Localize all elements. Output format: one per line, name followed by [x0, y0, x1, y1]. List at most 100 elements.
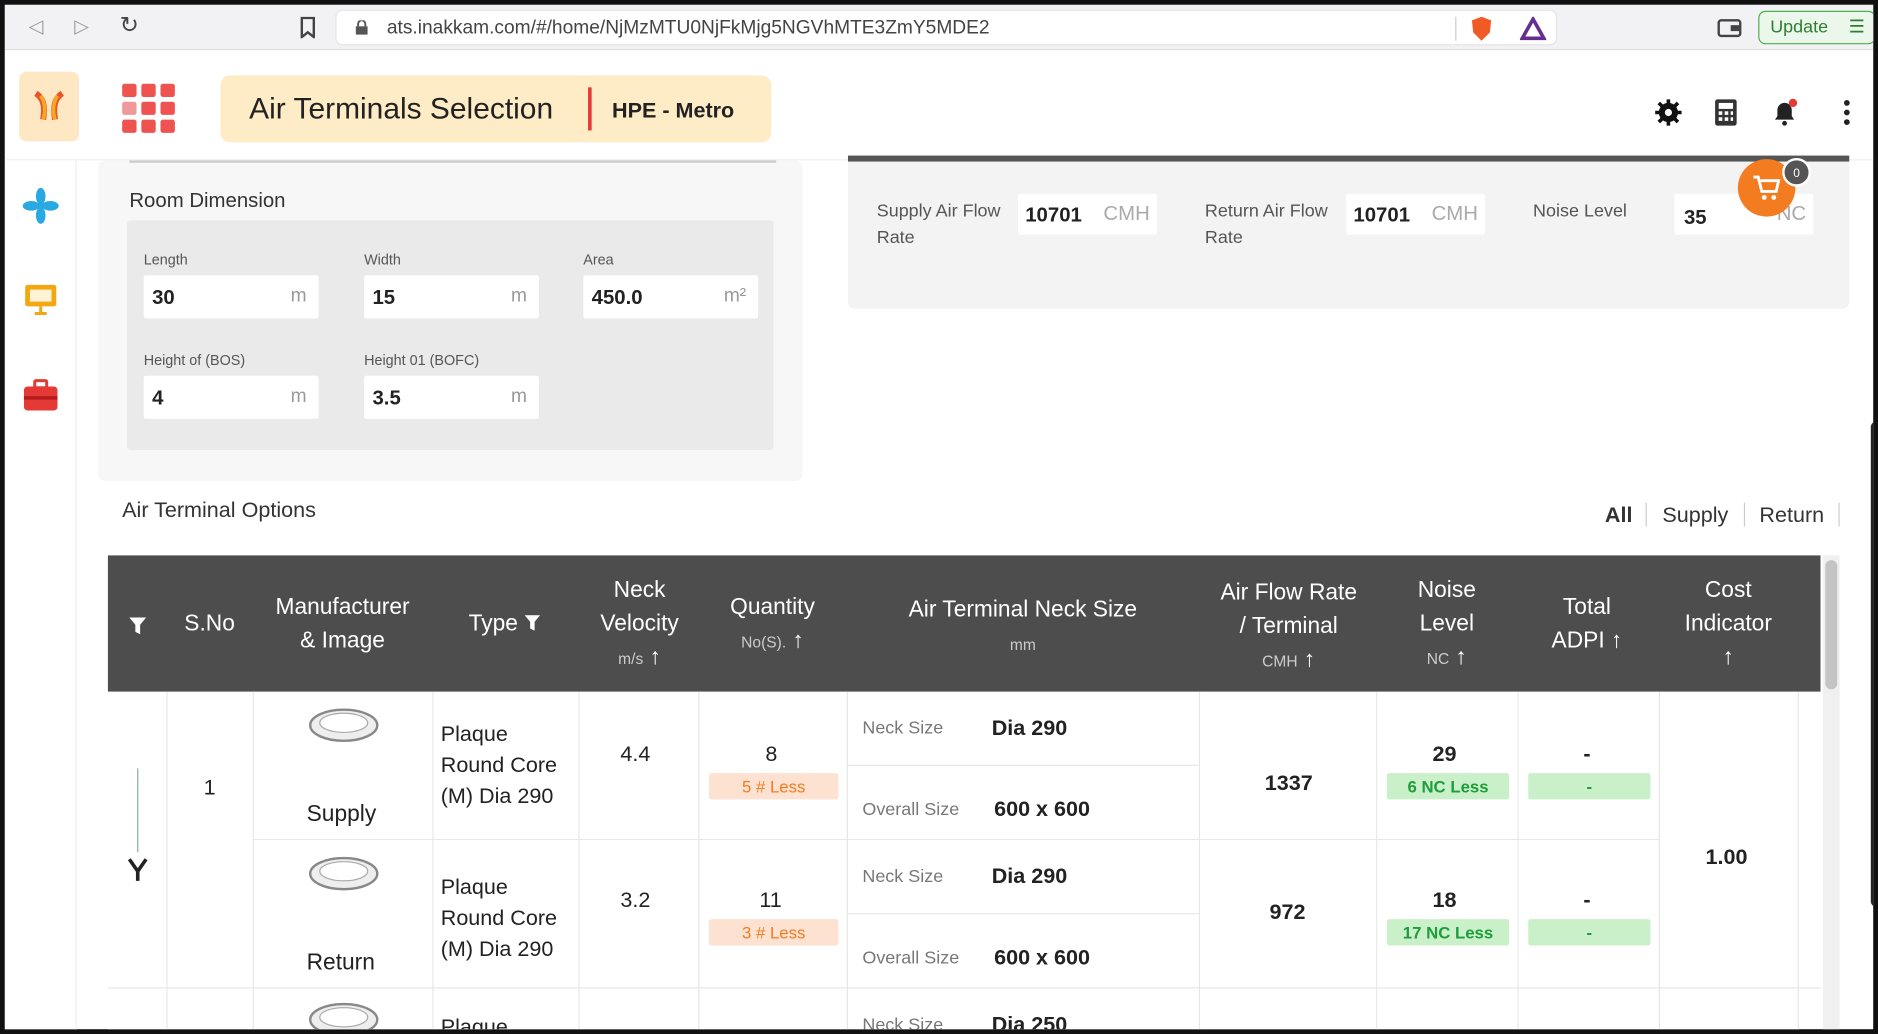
logo-icon: [34, 90, 65, 121]
return-flow-label-line1: Return Air Flow: [1204, 201, 1328, 222]
filter-icon[interactable]: [129, 617, 147, 635]
col-noise-unit: NC: [1426, 649, 1450, 668]
update-button[interactable]: Update ☰: [1758, 10, 1874, 45]
brave-rewards-icon[interactable]: [1519, 16, 1547, 41]
return-adpi: -: [1583, 887, 1591, 912]
fan-icon[interactable]: [22, 187, 60, 225]
supply-flow-label-line2: Rate: [876, 227, 915, 248]
wallet-icon[interactable]: [1717, 17, 1742, 39]
more-options-icon[interactable]: [1832, 98, 1861, 127]
height-bos-unit: m: [290, 386, 307, 407]
supply-neck-value: Dia 290: [991, 715, 1068, 740]
height-bofc-value: 3.5: [372, 386, 401, 410]
page-title-bar: Air Terminals Selection HPE - Metro: [220, 75, 772, 143]
return-quantity: 11: [759, 887, 782, 912]
apps-grid-icon[interactable]: [120, 81, 177, 134]
update-label: Update: [1770, 16, 1829, 38]
row2-image-cell[interactable]: [253, 988, 434, 1030]
sort-up-icon: ↑: [1610, 628, 1623, 654]
settings-icon[interactable]: [1654, 98, 1683, 127]
row-sno-cell: 1: [167, 691, 254, 989]
return-airflow-cell: 972: [1200, 840, 1378, 989]
sort-up-icon: ↑: [1303, 647, 1316, 673]
calculator-icon[interactable]: [1712, 98, 1741, 127]
col-quantity[interactable]: Quantity No(S). ↑: [711, 591, 833, 659]
col-neck-velocity-line1: Neck: [613, 578, 666, 604]
panel-top-bar: [847, 155, 1850, 162]
return-flow-input[interactable]: 10701 CMH: [1346, 193, 1486, 235]
return-noise-cell: 18 17 NC Less: [1377, 840, 1519, 989]
address-bar[interactable]: ats.inakkam.com/#/home/NjMzMTU0NjFkMjg5N…: [335, 9, 1558, 46]
col-neck-size-unit: mm: [1009, 635, 1036, 654]
row2-type: Plaque: [440, 1014, 508, 1034]
row2-quantity-cell: [699, 988, 848, 1030]
filter-return[interactable]: Return: [1759, 503, 1824, 528]
supply-quantity: 8: [765, 741, 778, 766]
return-noise: 18: [1432, 887, 1457, 912]
col-total-adpi[interactable]: Total ADPI ↑: [1521, 591, 1653, 658]
width-value: 15: [372, 286, 396, 309]
height-bos-input[interactable]: 4m: [143, 375, 319, 419]
project-name: HPE - Metro: [612, 98, 735, 123]
return-flow-value: 10701: [1353, 203, 1411, 227]
supply-adpi-cell: - -: [1518, 691, 1661, 841]
supply-type: Plaque Round Core (M) Dia 290: [441, 718, 557, 811]
lock-icon: [355, 20, 368, 35]
supply-quantity-badge: 5 # Less: [709, 773, 839, 800]
back-icon[interactable]: ◁: [29, 14, 44, 38]
row2-adpi-cell: [1518, 988, 1661, 1030]
row2-logo-cell: [107, 988, 168, 1030]
forward-icon[interactable]: ▷: [74, 14, 89, 38]
presentation-icon[interactable]: [22, 280, 60, 318]
col-noise-level[interactable]: Noise Level NC ↑: [1382, 574, 1511, 676]
height-bofc-label: Height 01 (BOFC): [364, 351, 480, 369]
return-noise-badge: 17 NC Less: [1386, 919, 1510, 946]
col-airflow-line1: Air Flow Rate: [1220, 580, 1358, 606]
bookmark-icon[interactable]: [299, 16, 316, 39]
manufacturer-logo-cell: [107, 691, 168, 989]
col-sno: S.No: [184, 611, 235, 637]
supply-noise: 29: [1432, 741, 1457, 766]
toolbox-icon[interactable]: [22, 376, 60, 414]
url-text: ats.inakkam.com/#/home/NjMzMTU0NjFkMjg5N…: [386, 17, 990, 39]
width-input[interactable]: 15 m: [364, 275, 539, 319]
supply-image-cell[interactable]: Supply: [253, 691, 434, 841]
col-cost-indicator[interactable]: Cost Indicator ↑: [1662, 574, 1794, 675]
page-scrollbar[interactable]: [1870, 421, 1874, 908]
supply-flow-label: Supply Air Flow Rate: [877, 199, 1001, 252]
length-input[interactable]: 30 m: [143, 275, 319, 319]
filter-divider: [1743, 502, 1746, 527]
height-bos-label: Height of (BOS): [143, 351, 246, 369]
supply-flow-unit: CMH: [1103, 202, 1150, 225]
col-airflow-unit: CMH: [1262, 652, 1298, 671]
col-cost-line2: Indicator: [1684, 611, 1772, 637]
brave-shield-icon[interactable]: [1470, 16, 1494, 42]
menu-icon: ☰: [1848, 16, 1865, 38]
col-airflow[interactable]: Air Flow Rate / Terminal CMH ↑: [1205, 577, 1373, 679]
table-scroll-thumb[interactable]: [1825, 560, 1838, 690]
return-type: Plaque Round Core (M) Dia 290: [441, 871, 557, 964]
app-header: Air Terminals Selection HPE - Metro: [4, 50, 1874, 161]
supply-type-line3: (M) Dia 290: [440, 783, 554, 808]
cart-icon: [1753, 175, 1781, 200]
col-type[interactable]: Type: [438, 608, 570, 642]
reload-icon[interactable]: ↻: [120, 12, 139, 40]
supply-overall-size-cell: Overall Size 600 x 600: [847, 765, 1201, 841]
return-overall-value: 600 x 600: [994, 945, 1091, 970]
col-neck-velocity[interactable]: Neck Velocity m/s ↑: [580, 574, 700, 676]
supply-flow-input[interactable]: 10701 CMH: [1018, 193, 1157, 235]
notification-bell-icon[interactable]: [1770, 98, 1799, 127]
filter-all[interactable]: All: [1605, 503, 1633, 528]
filter-supply[interactable]: Supply: [1662, 503, 1728, 528]
diffuser-image: [309, 1002, 379, 1030]
table-scrollbar[interactable]: [1822, 555, 1840, 1030]
return-image-cell[interactable]: Return: [253, 840, 434, 989]
col-neck-velocity-unit: m/s: [618, 649, 644, 668]
supply-image-label: Supply: [306, 801, 377, 827]
type-filter-icon[interactable]: [524, 615, 540, 631]
supply-neck-size-cell: Neck Size Dia 290: [847, 691, 1201, 766]
supply-noise-cell: 29 6 NC Less: [1377, 691, 1519, 841]
col-adpi-line1: Total: [1562, 594, 1611, 620]
supply-neck-label: Neck Size: [862, 718, 944, 739]
height-bofc-input[interactable]: 3.5 m: [364, 375, 539, 419]
